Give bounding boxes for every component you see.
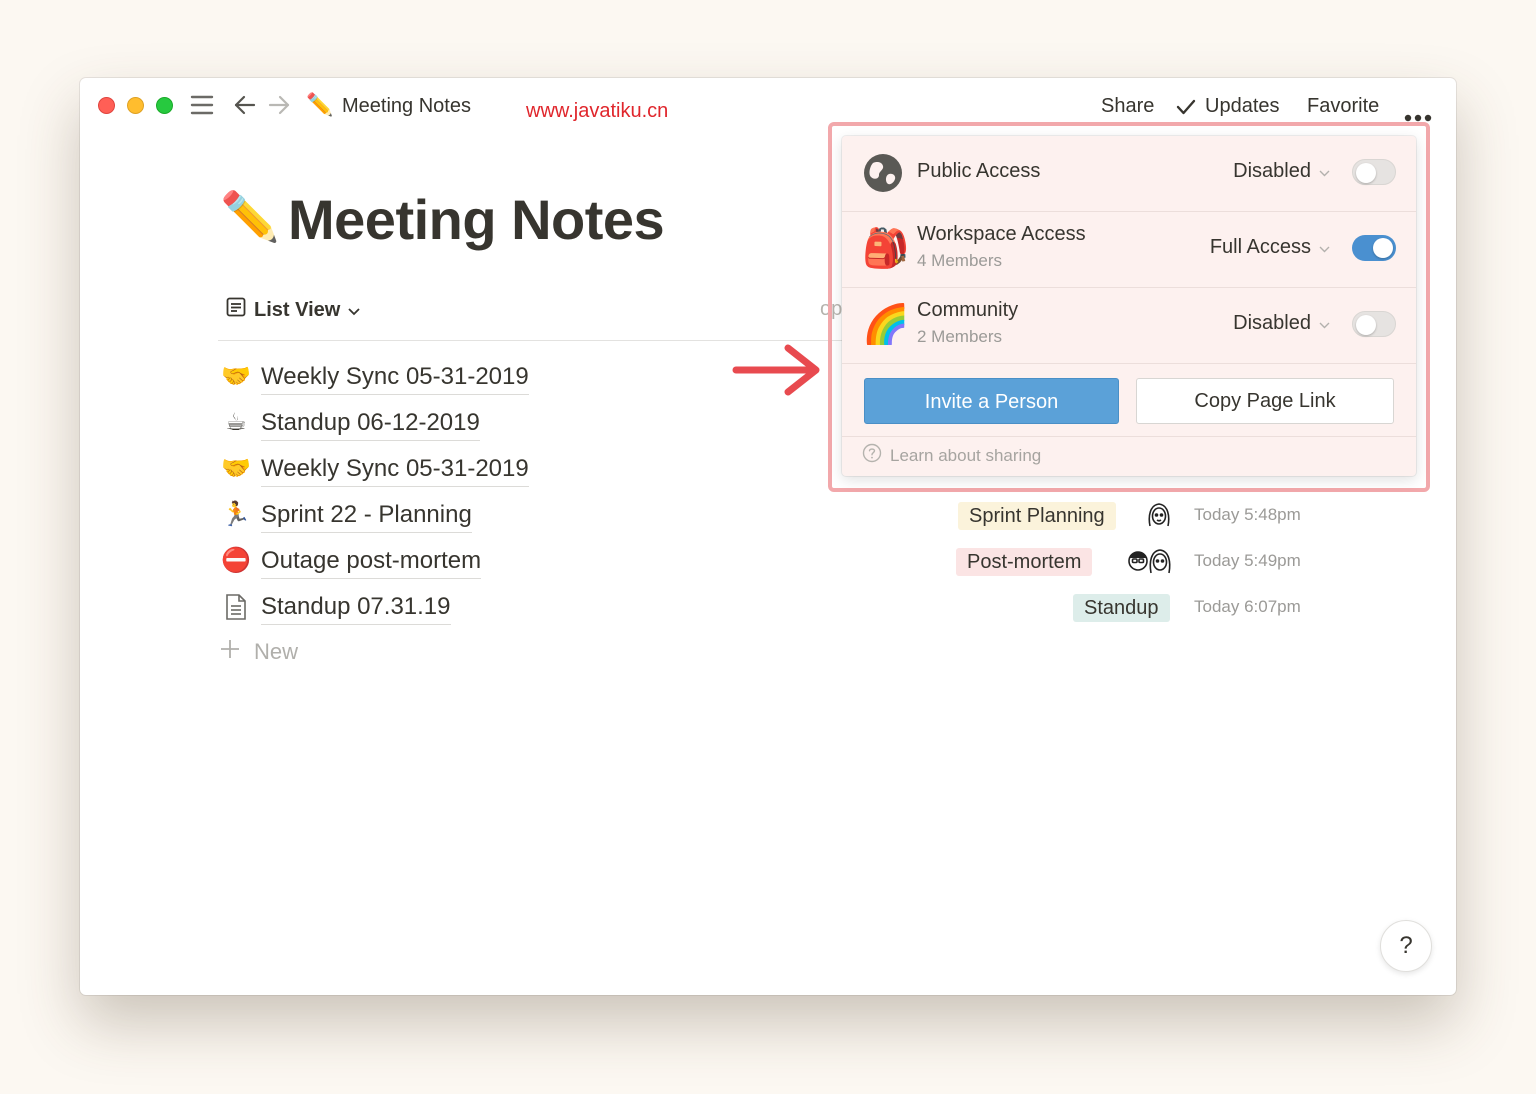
chevron-down-icon <box>1319 160 1330 183</box>
document-icon <box>220 594 252 628</box>
timestamp: Today 5:49pm <box>1194 551 1301 570</box>
tag-badge: Post-mortem <box>956 548 1093 576</box>
globe-icon <box>862 152 904 199</box>
back-arrow-icon[interactable] <box>233 94 257 121</box>
learn-about-sharing-link[interactable]: Learn about sharing <box>862 443 1041 468</box>
close-window-button[interactable] <box>98 97 115 114</box>
community-toggle[interactable] <box>1352 311 1396 337</box>
tag-badge: Sprint Planning <box>958 502 1116 530</box>
view-selector[interactable]: List View <box>226 296 360 324</box>
list-item[interactable]: ⛔ Outage post-mortem Post-mortem Today 5… <box>220 542 1320 582</box>
no-entry-icon: ⛔ <box>221 547 251 574</box>
rainbow-icon: 🌈 <box>862 304 910 346</box>
community-access-value: Disabled <box>1233 312 1311 334</box>
watermark-text: www.javatiku.cn <box>526 100 669 122</box>
list-item-title[interactable]: Weekly Sync 05-31-2019 <box>261 362 529 395</box>
chevron-down-icon <box>1319 312 1330 335</box>
runner-icon: 🏃 <box>221 501 251 528</box>
public-access-label: Public Access <box>917 160 1041 182</box>
new-item-label: New <box>254 639 299 664</box>
avatar <box>1144 500 1174 535</box>
page-title[interactable]: Meeting Notes <box>288 188 665 252</box>
timestamp: Today 5:48pm <box>1194 505 1301 524</box>
coffee-icon: ☕ <box>225 409 247 436</box>
list-item-title[interactable]: Standup 07.31.19 <box>261 592 451 625</box>
list-item-title[interactable]: Sprint 22 - Planning <box>261 500 472 533</box>
maximize-window-button[interactable] <box>156 97 173 114</box>
hamburger-menu-icon[interactable] <box>190 94 214 121</box>
workspace-access-row: 🎒 Workspace Access 4 Members Full Access <box>842 212 1416 288</box>
view-label: List View <box>254 298 341 321</box>
plus-icon <box>220 639 240 665</box>
community-members-count: 2 Members <box>917 327 1003 346</box>
checkmark-icon <box>1176 96 1196 124</box>
public-access-toggle[interactable] <box>1352 159 1396 185</box>
list-item-title[interactable]: Weekly Sync 05-31-2019 <box>261 454 529 487</box>
community-access-dropdown[interactable]: Disabled <box>1233 312 1330 335</box>
learn-about-sharing-label: Learn about sharing <box>890 445 1042 465</box>
list-item-title[interactable]: Outage post-mortem <box>261 546 482 579</box>
public-access-row: Public Access Disabled <box>842 136 1416 212</box>
minimize-window-button[interactable] <box>127 97 144 114</box>
favorite-button[interactable]: Favorite <box>1307 92 1379 120</box>
handshake-icon: 🤝 <box>221 455 251 482</box>
tag-badge: Standup <box>1073 594 1170 622</box>
divider <box>842 436 1416 437</box>
workspace-access-label: Workspace Access <box>917 223 1086 245</box>
timestamp: Today 6:07pm <box>1194 597 1301 616</box>
copy-page-link-button[interactable]: Copy Page Link <box>1136 378 1394 424</box>
community-label: Community <box>917 299 1019 321</box>
list-item[interactable]: 🏃 Sprint 22 - Planning Sprint Planning T… <box>220 496 1320 536</box>
share-menu: Public Access Disabled 🎒 Workspace Acces… <box>842 136 1416 476</box>
public-access-value: Disabled <box>1233 160 1311 182</box>
share-button[interactable]: Share <box>1101 92 1154 120</box>
workspace-access-toggle[interactable] <box>1352 235 1396 261</box>
chevron-down-icon <box>1319 236 1330 259</box>
backpack-icon: 🎒 <box>862 228 910 270</box>
new-item-button[interactable]: New <box>220 636 298 668</box>
avatar-group <box>1125 546 1175 581</box>
forward-arrow-icon[interactable] <box>267 94 291 121</box>
chevron-down-icon <box>348 299 360 322</box>
handshake-icon: 🤝 <box>221 363 251 390</box>
invite-person-button[interactable]: Invite a Person <box>864 378 1119 424</box>
question-circle-icon <box>862 443 882 468</box>
workspace-access-dropdown[interactable]: Full Access <box>1210 236 1330 259</box>
workspace-access-value: Full Access <box>1209 236 1311 258</box>
workspace-members-count: 4 Members <box>917 251 1003 270</box>
list-item-title[interactable]: Standup 06-12-2019 <box>261 408 480 441</box>
breadcrumb-emoji[interactable]: ✏️ <box>306 90 333 120</box>
community-row: 🌈 Community 2 Members Disabled <box>842 288 1416 364</box>
list-view-icon <box>226 297 246 323</box>
page-emoji[interactable]: ✏️ <box>220 186 280 250</box>
breadcrumb-page-title[interactable]: Meeting Notes <box>342 92 471 120</box>
list-item[interactable]: Standup 07.31.19 Standup Today 6:07pm <box>220 588 1320 628</box>
help-button[interactable]: ? <box>1380 920 1432 972</box>
public-access-dropdown[interactable]: Disabled <box>1233 160 1330 183</box>
updates-button[interactable]: Updates <box>1205 92 1280 120</box>
app-window: ✏️ Meeting Notes www.javatiku.cn Share U… <box>80 78 1456 995</box>
